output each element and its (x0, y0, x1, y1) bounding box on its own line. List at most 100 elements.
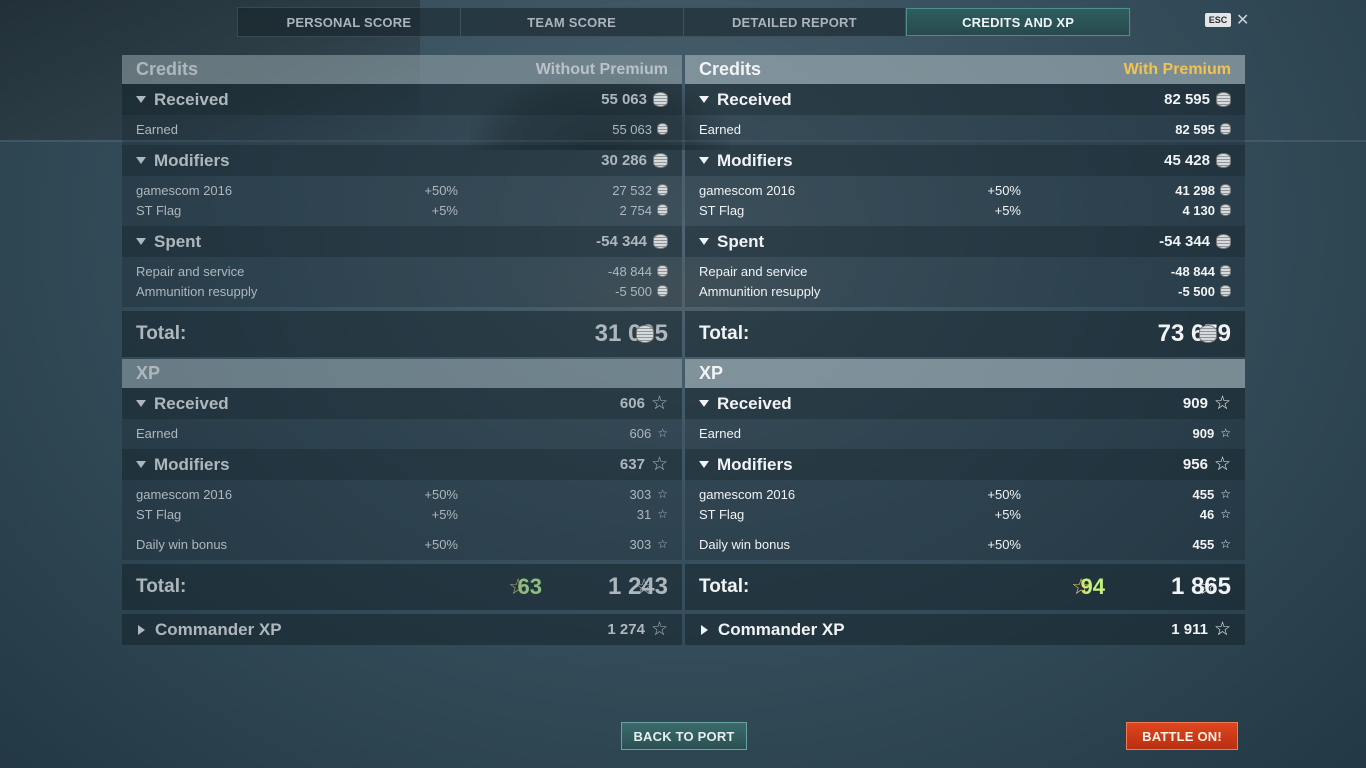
list-item: gamescom 2016 +50% 303 ☆ (122, 484, 682, 504)
row-value: -48 844 (607, 263, 652, 279)
credits-total: Total: 31 005 (122, 311, 682, 357)
credits-modifiers-section[interactable]: Modifiers 45 428 (685, 145, 1245, 176)
row-spacer (685, 524, 1245, 534)
section-value: 606 (619, 395, 645, 412)
silver-coin-icon (653, 92, 668, 107)
panel-without-premium: Credits Without Premium Received 55 063 … (122, 55, 682, 645)
xp-title: XP (699, 363, 724, 383)
row-value: 4 130 (1182, 202, 1215, 218)
section-value: 1 911 (1171, 621, 1208, 638)
silver-coin-icon (657, 184, 668, 196)
section-label: Modifiers (154, 150, 230, 170)
row-label: Ammunition resupply (699, 283, 821, 299)
row-percent: +5% (994, 506, 1021, 522)
xp-modifiers-section[interactable]: Modifiers 637 ☆ (122, 449, 682, 480)
without-premium-label: Without Premium (535, 60, 668, 78)
xp-title: XP (136, 363, 161, 383)
battle-on-button[interactable]: BATTLE ON! (1126, 722, 1238, 750)
section-value: 956 (1182, 456, 1208, 473)
row-value: 41 298 (1175, 182, 1215, 198)
section-label: Commander XP (718, 619, 845, 639)
credits-title: Credits (699, 59, 762, 79)
silver-coin-icon (1220, 204, 1231, 216)
xp-total: Total: 63 ☆ 1 243 ☆ (122, 564, 682, 610)
collapse-arrow-icon (136, 461, 146, 468)
star-icon: ☆ (650, 619, 668, 640)
row-percent: +50% (987, 182, 1021, 198)
row-percent: +50% (987, 536, 1021, 552)
star-icon: ☆ (650, 393, 668, 414)
back-to-port-button[interactable]: BACK TO PORT (621, 722, 747, 750)
tab-personal-score[interactable]: PERSONAL SCORE (238, 8, 461, 36)
credits-received-section[interactable]: Received 82 595 (685, 84, 1245, 115)
close-icon[interactable]: ✕ (1236, 10, 1249, 30)
star-icon: ☆ (1213, 454, 1231, 475)
row-value: 303 (629, 486, 652, 502)
credits-total: Total: 73 679 (685, 311, 1245, 357)
credits-modifiers-section[interactable]: Modifiers 30 286 (122, 145, 682, 176)
credits-spent-section[interactable]: Spent -54 344 (122, 226, 682, 257)
row-label: ST Flag (136, 202, 182, 218)
tab-detailed-report[interactable]: DETAILED REPORT (684, 8, 907, 36)
list-item: Daily win bonus +50% 303 ☆ (122, 534, 682, 554)
silver-coin-icon (1199, 325, 1217, 343)
section-label: Received (154, 393, 229, 413)
list-item: ST Flag +5% 4 130 (685, 200, 1245, 220)
free-xp-star-icon: ☆ (508, 574, 528, 599)
silver-coin-icon (657, 265, 668, 277)
row-label: ST Flag (699, 202, 745, 218)
free-xp-star-icon: ☆ (1071, 574, 1091, 599)
collapse-arrow-icon (699, 400, 709, 407)
silver-coin-icon (657, 204, 668, 216)
list-item: Earned 909 ☆ (685, 423, 1245, 443)
row-label: Earned (699, 121, 741, 137)
silver-coin-icon (1216, 153, 1231, 168)
section-label: Received (717, 89, 792, 109)
row-value: 31 (636, 506, 652, 522)
collapse-arrow-icon (699, 238, 709, 245)
row-label: gamescom 2016 (699, 486, 796, 502)
credits-received-section[interactable]: Received 55 063 (122, 84, 682, 115)
row-label: gamescom 2016 (699, 182, 796, 198)
silver-coin-icon (1220, 265, 1231, 277)
row-value: 909 (1192, 425, 1215, 441)
row-label: Earned (136, 425, 178, 441)
credits-title: Credits (136, 59, 199, 79)
row-percent: +50% (424, 182, 458, 198)
star-icon: ☆ (1220, 507, 1231, 521)
section-value: 637 (619, 456, 645, 473)
list-item: Earned 55 063 (122, 119, 682, 139)
row-percent: +5% (431, 202, 458, 218)
star-icon: ☆ (1197, 574, 1217, 599)
star-icon: ☆ (1220, 426, 1231, 440)
star-icon: ☆ (657, 507, 668, 521)
credits-header: Credits Without Premium (122, 55, 682, 84)
xp-received-section[interactable]: Received 606 ☆ (122, 388, 682, 419)
xp-modifiers-section[interactable]: Modifiers 956 ☆ (685, 449, 1245, 480)
commander-xp-section[interactable]: Commander XP 1 911 ☆ (685, 614, 1245, 645)
row-spacer (122, 524, 682, 534)
silver-coin-icon (1216, 92, 1231, 107)
credits-spent-section[interactable]: Spent -54 344 (685, 226, 1245, 257)
list-item: ST Flag +5% 46 ☆ (685, 504, 1245, 524)
list-item: Daily win bonus +50% 455 ☆ (685, 534, 1245, 554)
xp-received-section[interactable]: Received 909 ☆ (685, 388, 1245, 419)
collapse-arrow-icon (136, 400, 146, 407)
section-value: 30 286 (601, 152, 647, 169)
star-icon: ☆ (1220, 487, 1231, 501)
tab-credits-and-xp[interactable]: CREDITS AND XP (906, 8, 1130, 36)
row-value: 55 063 (612, 121, 652, 137)
list-item: Ammunition resupply -5 500 (685, 281, 1245, 301)
xp-header: XP (685, 359, 1245, 388)
section-value: -54 344 (1159, 233, 1210, 250)
silver-coin-icon (657, 285, 668, 297)
list-item: gamescom 2016 +50% 455 ☆ (685, 484, 1245, 504)
section-value: 1 274 (607, 621, 645, 638)
row-label: Earned (699, 425, 741, 441)
commander-xp-section[interactable]: Commander XP 1 274 ☆ (122, 614, 682, 645)
expand-arrow-icon (701, 624, 708, 635)
section-label: Modifiers (717, 150, 793, 170)
tab-team-score[interactable]: TEAM SCORE (461, 8, 684, 36)
row-value: 46 (1199, 506, 1215, 522)
section-label: Modifiers (154, 454, 230, 474)
